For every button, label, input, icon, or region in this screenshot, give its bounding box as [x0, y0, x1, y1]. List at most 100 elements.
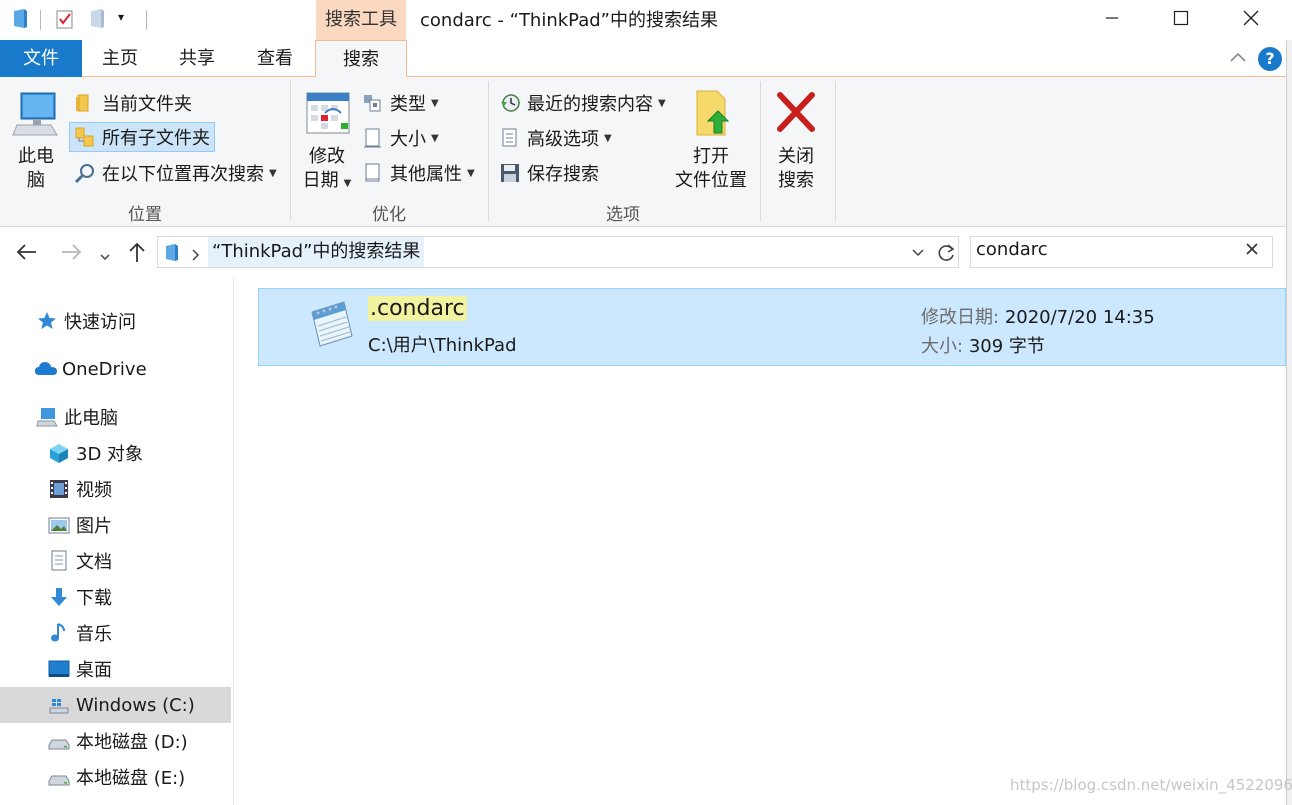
maximize-button[interactable]: [1146, 0, 1216, 36]
folder-icon: [74, 92, 96, 114]
chevron-down-icon: ▼: [343, 178, 352, 189]
video-icon: [48, 478, 70, 500]
refresh-icon[interactable]: [935, 242, 957, 269]
app-explorer-icon[interactable]: [10, 8, 30, 30]
3d-cube-icon: [48, 442, 70, 464]
nav-videos[interactable]: 视频: [48, 471, 112, 507]
result-size: 大小: 309 字节: [921, 332, 1045, 358]
download-arrow-icon: [48, 586, 70, 608]
kind-filter-button[interactable]: 类型 ▼: [362, 88, 439, 118]
chevron-down-icon: ▼: [604, 132, 612, 144]
recent-searches-icon: [499, 92, 521, 114]
close-window-button[interactable]: [1216, 0, 1286, 36]
up-arrow-icon[interactable]: [125, 240, 149, 270]
window-edge: [1286, 40, 1292, 805]
group-label-options: 选项: [606, 205, 640, 225]
this-pc-button[interactable]: 此电 脑: [10, 89, 62, 193]
nav-drive-c[interactable]: Windows (C:): [0, 687, 231, 723]
size-filter-button[interactable]: 大小 ▼: [362, 123, 439, 153]
drive-icon: [48, 730, 70, 752]
group-label-location: 位置: [128, 205, 162, 225]
result-modified-label: 修改日期:: [921, 307, 1000, 328]
chevron-down-icon: ▼: [658, 97, 666, 109]
calendar-icon: [300, 89, 354, 145]
chevron-down-icon: ▼: [467, 167, 475, 179]
nav-drive-d[interactable]: 本地磁盘 (D:): [48, 723, 188, 759]
nav-onedrive[interactable]: OneDrive: [34, 351, 147, 387]
back-arrow-icon[interactable]: [14, 240, 38, 270]
picture-icon: [48, 514, 70, 536]
nav-documents[interactable]: 文档: [48, 543, 112, 579]
search-input-value[interactable]: condarc: [976, 239, 1048, 260]
chevron-down-icon: ▼: [269, 167, 277, 179]
breadcrumb-separator-icon[interactable]: [190, 246, 202, 267]
windows-drive-icon: [48, 694, 70, 716]
result-size-value: 309 字节: [968, 336, 1045, 357]
tab-search[interactable]: 搜索: [315, 40, 407, 78]
result-modified-value: 2020/7/20 14:35: [1004, 307, 1155, 328]
help-icon[interactable]: ?: [1258, 47, 1282, 71]
recent-locations-chevron-icon[interactable]: [98, 245, 112, 270]
date-modified-button[interactable]: 修改 日期 ▼: [300, 89, 354, 196]
address-dropdown-icon[interactable]: [910, 245, 926, 266]
forward-arrow-icon[interactable]: [60, 240, 84, 270]
nav-downloads[interactable]: 下载: [48, 579, 112, 615]
drive-icon: [48, 766, 70, 788]
computer-icon: [10, 89, 62, 145]
other-properties-button[interactable]: 其他属性 ▼: [362, 158, 475, 188]
minimize-button[interactable]: [1077, 0, 1147, 36]
document-icon: [48, 550, 70, 572]
navigation-pane: 快速访问 OneDrive 此电脑 3D 对象 视频 图片 文档 下载 音乐 桌…: [0, 278, 234, 805]
notepad-file-icon: [306, 298, 358, 353]
result-file-name[interactable]: .condarc: [368, 296, 467, 321]
desktop-icon: [48, 658, 70, 680]
ribbon-panel: 此电 脑 当前文件夹 所有子文件夹 在以下位置再次搜索 ▼ 位置 修改 日期 ▼…: [0, 77, 1286, 227]
search-again-in-button[interactable]: 在以下位置再次搜索 ▼: [74, 158, 277, 188]
open-file-location-button[interactable]: 打开 文件位置: [670, 89, 752, 193]
advanced-options-icon: [499, 127, 521, 149]
breadcrumb[interactable]: “ThinkPad”中的搜索结果: [208, 237, 425, 267]
subfolders-icon: [74, 126, 96, 148]
advanced-options-button[interactable]: 高级选项 ▼: [499, 123, 612, 153]
recent-searches-button[interactable]: 最近的搜索内容 ▼: [499, 88, 666, 118]
cloud-icon: [34, 358, 57, 380]
result-file-path: C:\用户\ThinkPad: [368, 335, 517, 356]
open-location-icon: [670, 89, 752, 145]
clear-search-icon[interactable]: [1244, 238, 1260, 262]
nav-drive-e[interactable]: 本地磁盘 (E:): [48, 759, 185, 795]
group-label-refine: 优化: [372, 205, 406, 225]
nav-quick-access[interactable]: 快速访问: [36, 303, 136, 339]
nav-music[interactable]: 音乐: [48, 615, 112, 651]
close-search-button[interactable]: 关闭 搜索: [768, 89, 824, 193]
result-modified: 修改日期: 2020/7/20 14:35: [921, 303, 1155, 329]
new-folder-icon[interactable]: [88, 8, 108, 30]
kind-icon: [362, 92, 384, 114]
tab-home[interactable]: 主页: [82, 40, 158, 77]
result-size-label: 大小:: [921, 336, 964, 357]
window-title: condarc - “ThinkPad”中的搜索结果: [420, 10, 719, 31]
computer-icon: [36, 406, 58, 428]
chevron-down-icon: ▼: [431, 132, 439, 144]
current-folder-button[interactable]: 当前文件夹: [74, 88, 192, 118]
ribbon-tabs: 文件 主页 共享 查看 搜索: [0, 40, 1292, 78]
nav-desktop[interactable]: 桌面: [48, 651, 112, 687]
navigation-bar: “ThinkPad”中的搜索结果 condarc: [0, 228, 1286, 278]
chevron-down-icon: ▼: [431, 97, 439, 109]
save-disk-icon: [499, 162, 521, 184]
tab-file[interactable]: 文件: [0, 40, 82, 77]
file-size-icon: [362, 127, 384, 149]
search-location-icon: [74, 162, 96, 184]
all-subfolders-button[interactable]: 所有子文件夹: [69, 122, 215, 152]
nav-pictures[interactable]: 图片: [48, 507, 112, 543]
contextual-tab-header: 搜索工具: [316, 0, 406, 40]
nav-this-pc[interactable]: 此电脑: [36, 399, 118, 435]
properties-doc-icon: [362, 162, 384, 184]
nav-3d-objects[interactable]: 3D 对象: [48, 435, 143, 471]
save-search-button[interactable]: 保存搜索: [499, 158, 599, 188]
collapse-ribbon-icon[interactable]: [1228, 48, 1248, 68]
tab-view[interactable]: 查看: [236, 40, 314, 77]
properties-icon[interactable]: [55, 8, 75, 30]
customize-toolbar-icon[interactable]: ▾: [118, 10, 138, 32]
tab-share[interactable]: 共享: [158, 40, 236, 77]
title-bar: ▾ 搜索工具 condarc - “ThinkPad”中的搜索结果: [0, 0, 1292, 40]
